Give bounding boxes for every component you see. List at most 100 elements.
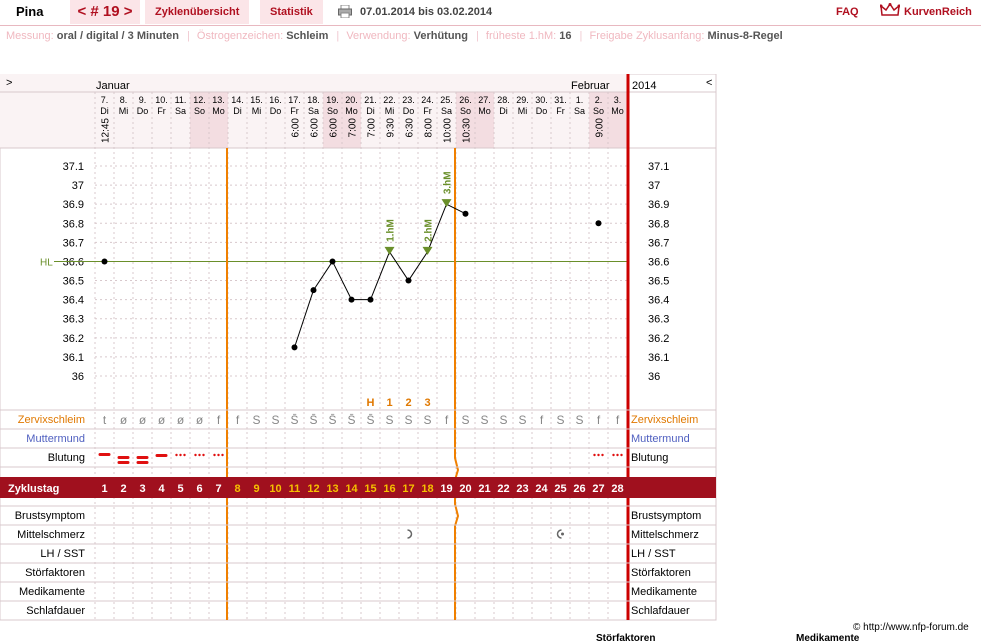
cycle-day-number: 15 [364,483,376,495]
brand-link[interactable]: KurvenReich [904,0,972,24]
mucus-symbol: S̄ [366,413,374,427]
temp-tick-left: 36.9 [63,199,84,211]
time-label: 7:00 [348,118,359,138]
row-label-right-meds: Medikamente [631,586,697,598]
date-label: 10. [155,95,168,105]
cycle-day-number: 17 [402,483,414,495]
weekday-label: Sa [175,106,186,116]
date-label: 3. [614,95,622,105]
weekday-label: Fr [556,106,565,116]
row-label-sleep: Schlafdauer [26,605,85,617]
row-label-right-breast: Brustsymptom [631,510,701,522]
mucus-symbol: S [499,413,507,427]
bleeding-mark [221,453,224,457]
mucus-symbol: S [271,413,279,427]
mucus-symbol: S [556,413,564,427]
temp-tick-right: 36.2 [648,333,669,345]
temp-tick-right: 37 [648,180,660,192]
weekday-label: Mo [478,106,491,116]
temp-point [462,210,469,217]
higher-measurement-label: 3.hM [443,171,454,194]
date-label: 16. [269,95,282,105]
date-label: 2. [595,95,603,105]
weekday-label: Do [403,106,415,116]
cycle-day-number: 6 [196,483,202,495]
bleeding-mark [117,461,130,464]
release-value: Minus-8-Regel [707,30,783,42]
cycle-day-number: 5 [177,483,183,495]
cycle-day-number: 24 [535,483,548,495]
print-icon[interactable] [338,5,352,18]
temp-tick-left: 36.3 [63,314,84,326]
row-label-mucus: Zervixschleim [18,414,85,426]
header-divider [0,25,981,26]
prev-arrow[interactable]: > [6,77,12,89]
tab-cycle-overview[interactable]: Zyklenübersicht [145,0,250,24]
cycle-day-number: 3 [139,483,145,495]
time-label: 6:30 [405,118,416,138]
info-bar: Messung: oral / digital / 3 Minuten | Öst… [6,30,783,42]
bleeding-mark [616,453,619,457]
mucus-symbol: ø [139,413,147,427]
weekday-label: So [593,106,604,116]
peak-label: 1 [386,397,392,409]
coverline-label: HL [40,257,53,268]
estrogen-value: Schleim [286,30,329,42]
weekday-label: Mo [345,106,358,116]
top-bar: Pina < # 19 > Zyklenübersicht Statistik … [0,0,981,26]
date-label: 19. [326,95,339,105]
row-label-right-bleeding: Blutung [631,452,668,464]
cycle-day-number: 21 [478,483,490,495]
row-label-meds: Medikamente [19,586,85,598]
month-label: Januar [96,80,130,92]
crown-icon[interactable] [880,3,900,19]
weekday-label: Di [499,106,508,116]
temp-point [595,220,602,227]
temp-point [367,296,374,303]
bleeding-mark [194,453,197,457]
mucus-symbol: ø [177,413,185,427]
cycle-day-number: 20 [459,483,471,495]
bleeding-mark [183,453,186,457]
bleeding-mark [98,453,111,456]
bleeding-mark [217,453,220,457]
cycle-selector[interactable]: < # 19 > [70,0,140,24]
bleeding-mark [179,453,182,457]
next-arrow[interactable]: < [706,77,712,89]
date-label: 14. [231,95,244,105]
time-label: 6:00 [291,118,302,138]
date-label: 15. [250,95,263,105]
weekday-label: Mi [252,106,262,116]
bleeding-mark [593,453,596,457]
weekday-label: Fr [423,106,432,116]
date-label: 18. [307,95,320,105]
temp-point [101,258,108,265]
mucus-symbol: S [461,413,469,427]
row-label-mittel: Mittelschmerz [17,529,85,541]
footer-label-medications: Medikamente [796,633,860,644]
temp-tick-left: 37 [72,180,84,192]
earliest-label: früheste 1.hM: [485,30,557,42]
weekday-label: Mi [119,106,129,116]
temp-point [291,344,298,351]
date-label: 7. [101,95,109,105]
date-label: 28. [497,95,510,105]
month-label: Februar [571,80,610,92]
mucus-symbol: ø [196,413,204,427]
row-label-right-disturb: Störfaktoren [631,567,691,579]
temp-tick-left: 36.1 [63,352,84,364]
temp-tick-right: 36.6 [648,256,669,268]
tab-statistics[interactable]: Statistik [260,0,323,24]
faq-link[interactable]: FAQ [836,0,859,24]
cycle-day-number: 18 [421,483,433,495]
row-label-right-mittel: Mittelschmerz [631,529,699,541]
cycle-day-number: 28 [611,483,623,495]
mucus-symbol: S̄ [347,413,355,427]
bleeding-mark [601,453,604,457]
mucus-symbol: S̄ [328,413,336,427]
mittelschmerz-dot-icon [561,532,564,536]
cycle-day-number: 2 [120,483,126,495]
temp-tick-left: 37.1 [63,161,84,173]
bleeding-mark [198,453,201,457]
year-label: 2014 [632,80,656,92]
